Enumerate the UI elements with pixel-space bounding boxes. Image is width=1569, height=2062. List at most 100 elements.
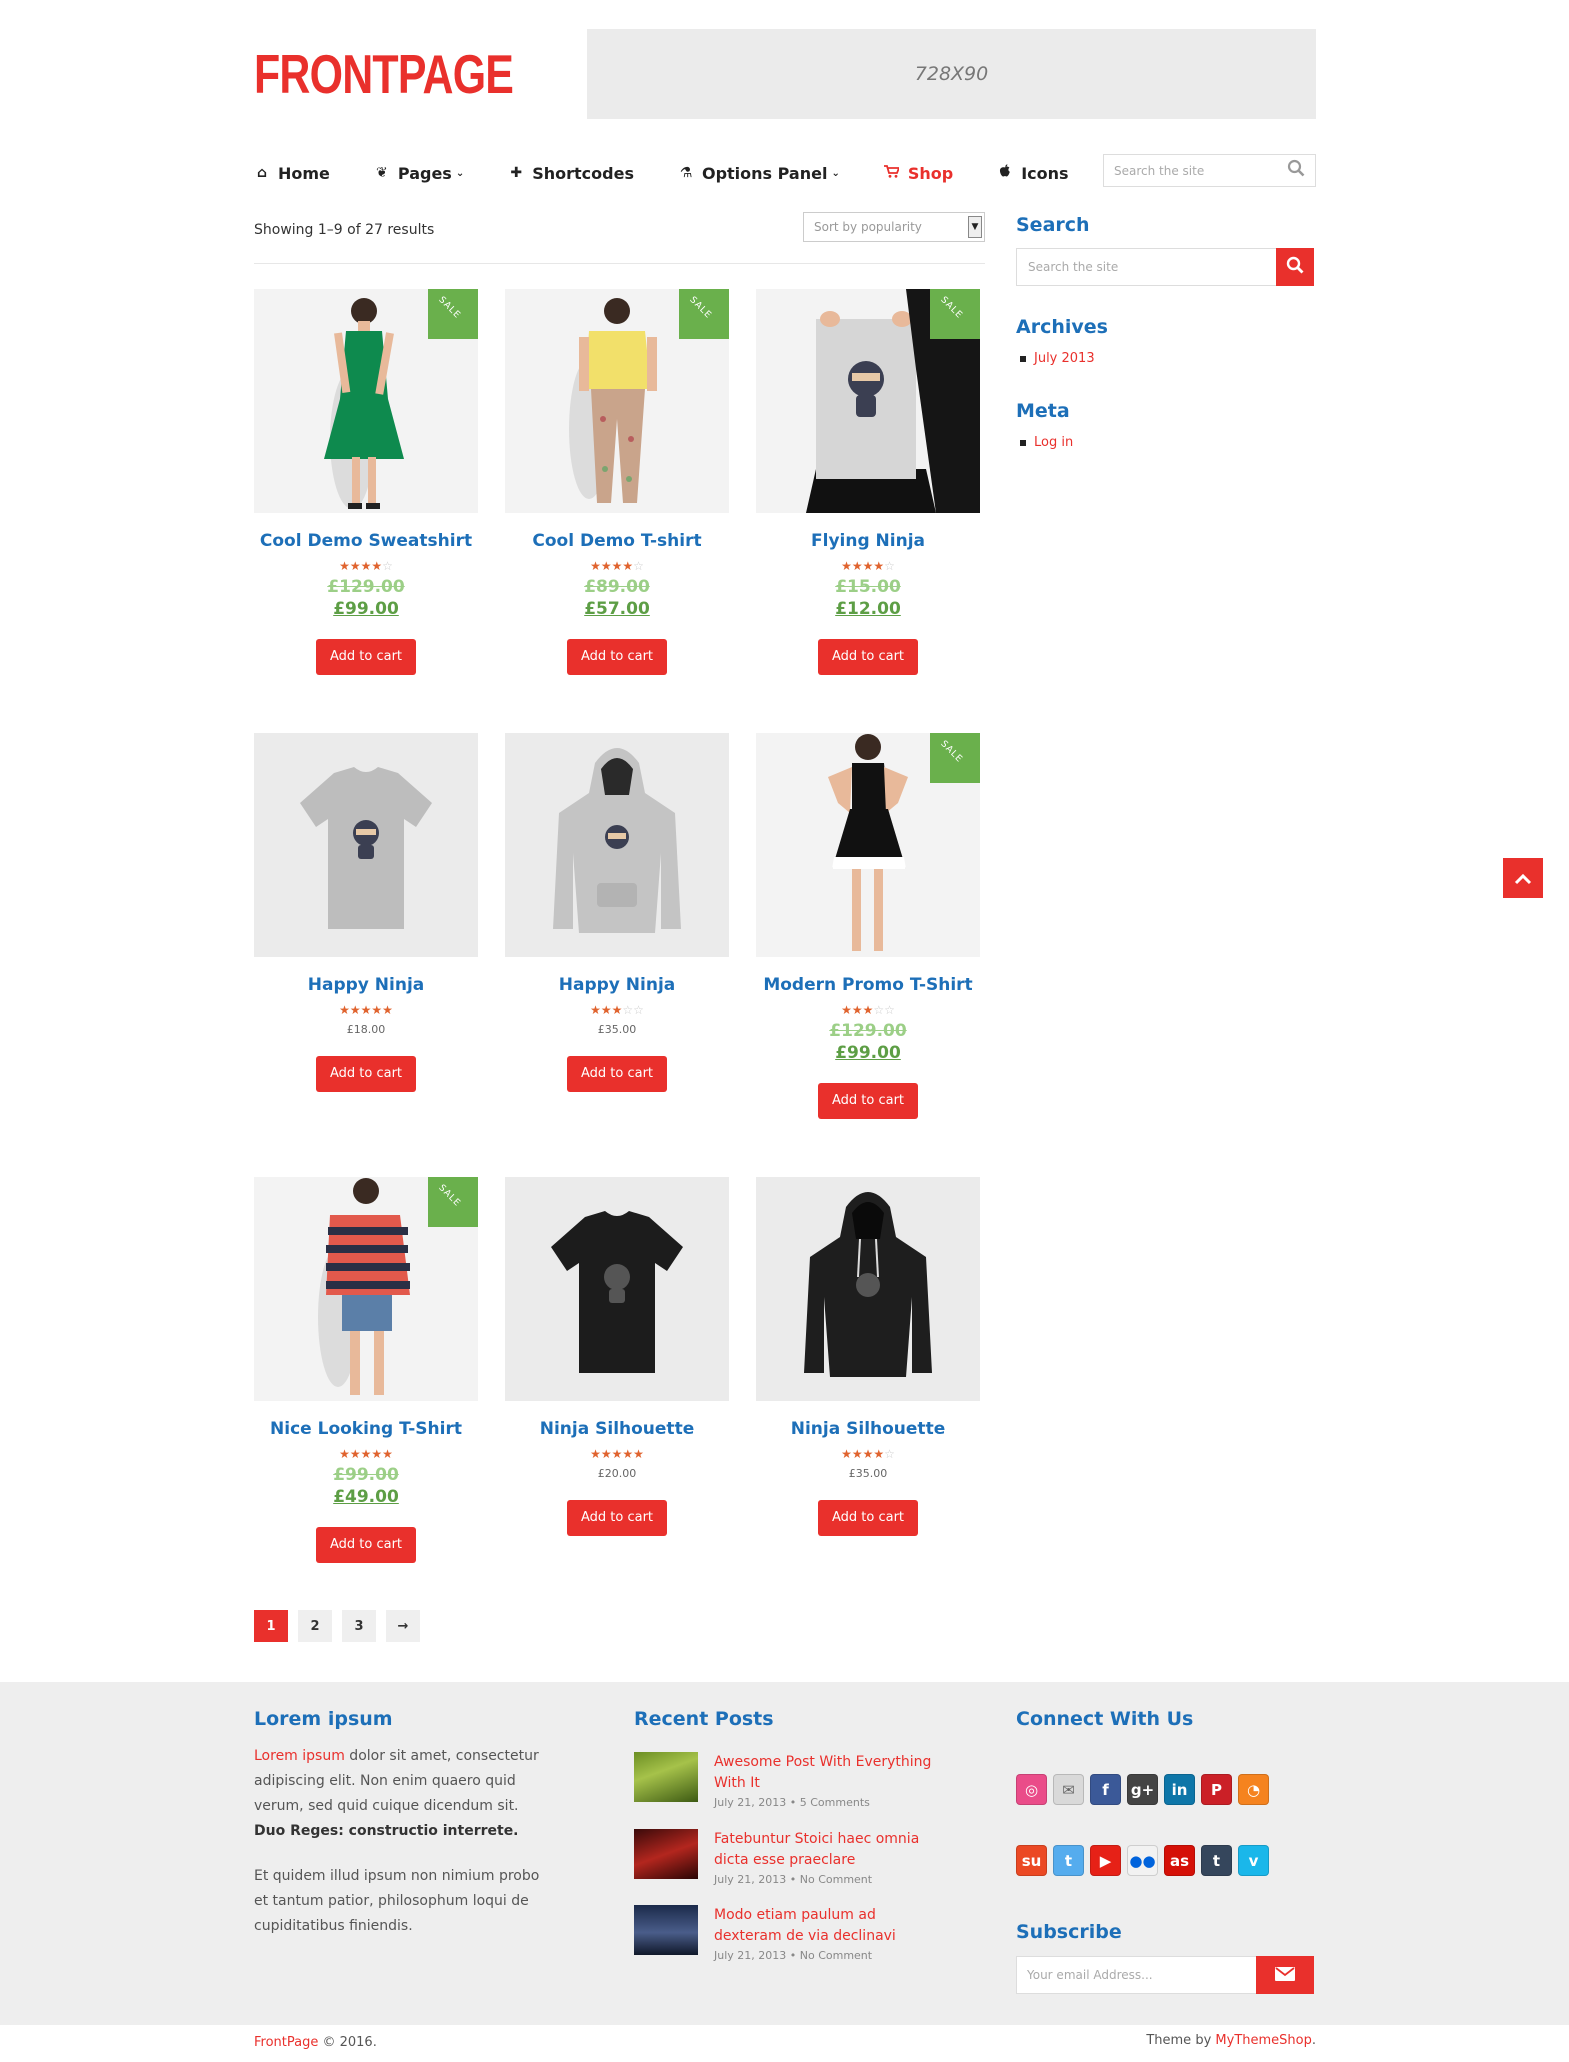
post-thumbnail[interactable] [634,1752,698,1802]
nav-item-options-panel[interactable]: ⚗ Options Panel ⌄ [678,164,840,183]
mail-icon[interactable]: ✉ [1053,1774,1084,1805]
product-card: Ninja Silhouette ★★★★★ £20.00 Add to car… [505,1177,729,1536]
recent-posts-title: Recent Posts [634,1708,774,1730]
post-thumbnail[interactable] [634,1905,698,1955]
subscribe-email-input[interactable]: Your email Address... [1016,1956,1256,1994]
post-meta: July 21, 2013 • No Comment [714,1873,873,1886]
facebook-icon[interactable]: f [1090,1774,1121,1805]
sidebar-search-input[interactable]: Search the site [1016,248,1276,286]
search-icon[interactable] [1287,159,1305,182]
post-title[interactable]: Modo etiam paulum ad dexteram de via dec… [714,1905,944,1947]
theme-credit: Theme by MyThemeShop. [1146,2033,1316,2048]
product-image[interactable]: SALE [756,733,980,957]
youtube-icon[interactable]: ▶ [1090,1845,1121,1876]
stumbleupon-icon[interactable]: su [1016,1845,1047,1876]
old-price: £129.00 [829,1021,907,1041]
header-search-input[interactable]: Search the site [1103,154,1316,187]
product-title[interactable]: Ninja Silhouette [505,1419,729,1441]
ad-banner[interactable]: 728X90 [587,29,1316,119]
add-to-cart-button[interactable]: Add to cart [566,1500,668,1536]
pinterest-icon[interactable]: P [1201,1774,1232,1805]
product-image[interactable]: SALE [756,289,980,513]
subscribe-button[interactable] [1256,1956,1314,1994]
site-logo[interactable]: FRONTPAGE [254,44,514,104]
nav-item-label: Icons [1021,163,1069,183]
nav-item-shop[interactable]: Shop [884,164,953,183]
nav-item-icons[interactable]: Icons [997,163,1069,183]
nav-item-shortcodes[interactable]: ✚ Shortcodes [508,164,634,183]
add-to-cart-button[interactable]: Add to cart [817,1083,919,1119]
sort-select[interactable]: Sort by popularity ▼ [803,212,985,242]
search-placeholder: Search the site [1028,260,1119,274]
add-to-cart-button[interactable]: Add to cart [566,1056,668,1092]
page-2-button[interactable]: 2 [298,1610,332,1642]
nav-item-home[interactable]: ⌂ Home [254,164,330,183]
add-to-cart-button[interactable]: Add to cart [315,1527,417,1563]
price: £35.00 [597,1023,637,1036]
page-1-button[interactable]: 1 [254,1610,288,1642]
dribbble-icon[interactable]: ◎ [1016,1774,1047,1805]
sort-selected-value: Sort by popularity [814,220,922,234]
linkedin-icon[interactable]: in [1164,1774,1195,1805]
login-link[interactable]: Log in [1020,435,1073,450]
vimeo-icon[interactable]: v [1238,1845,1269,1876]
nav-item-label: Home [278,163,330,183]
product-image[interactable]: SALE [505,289,729,513]
product-title[interactable]: Cool Demo T-shirt [505,531,729,553]
sale-badge: SALE [930,733,980,783]
archive-link[interactable]: July 2013 [1020,351,1095,366]
product-image[interactable] [756,1177,980,1401]
old-price: £89.00 [584,577,650,597]
post-title[interactable]: Awesome Post With Everything With It [714,1752,944,1794]
add-to-cart-button[interactable]: Add to cart [817,639,919,675]
lastfm-icon[interactable]: as [1164,1845,1195,1876]
rss-icon[interactable]: ◔ [1238,1774,1269,1805]
product-image[interactable]: SALE [254,289,478,513]
product-title[interactable]: Modern Promo T-Shirt [756,975,980,997]
next-page-button[interactable]: → [386,1610,420,1642]
product-card: Ninja Silhouette ★★★★☆ £35.00 Add to car… [756,1177,980,1536]
home-icon: ⌂ [256,165,268,181]
tumblr-icon[interactable]: t [1201,1845,1232,1876]
product-title[interactable]: Happy Ninja [254,975,478,997]
product-card: SALE Cool Demo T-shirt ★★★★☆ £89.00 £57.… [505,289,729,675]
cart-icon [884,164,901,182]
footer-about-title: Lorem ipsum [254,1708,393,1730]
product-image[interactable] [505,733,729,957]
sidebar-search-button[interactable] [1276,248,1314,286]
flickr-icon[interactable]: ●● [1127,1845,1158,1876]
google-plus-icon[interactable]: g+ [1127,1774,1158,1805]
product-title[interactable]: Happy Ninja [505,975,729,997]
post-title[interactable]: Fatebuntur Stoici haec omnia dicta esse … [714,1829,944,1871]
product-image[interactable] [505,1177,729,1401]
post-meta: July 21, 2013 • 5 Comments [714,1796,870,1809]
recent-post[interactable]: Modo etiam paulum ad dexteram de via dec… [634,1905,944,1962]
sale-price: £49.00 [333,1487,399,1507]
star-rating: ★★★★☆ [590,559,644,573]
connect-title: Connect With Us [1016,1708,1194,1730]
add-to-cart-button[interactable]: Add to cart [566,639,668,675]
product-title[interactable]: Cool Demo Sweatshirt [254,531,478,553]
dropdown-arrow-icon[interactable]: ▼ [968,216,982,238]
product-title[interactable]: Nice Looking T-Shirt [254,1419,478,1441]
about-link[interactable]: Lorem ipsum [254,1748,345,1764]
add-to-cart-button[interactable]: Add to cart [315,1056,417,1092]
mythemeshop-link[interactable]: MyThemeShop [1215,2033,1311,2048]
archives-title: Archives [1016,316,1108,338]
recent-post[interactable]: Fatebuntur Stoici haec omnia dicta esse … [634,1829,944,1886]
add-to-cart-button[interactable]: Add to cart [315,639,417,675]
star-rating: ★★★★★ [339,1003,393,1017]
copyright-brand-link[interactable]: FrontPage [254,2035,318,2050]
back-to-top-button[interactable] [1503,858,1543,898]
post-thumbnail[interactable] [634,1829,698,1879]
product-image[interactable] [254,733,478,957]
twitter-icon[interactable]: t [1053,1845,1084,1876]
recent-post[interactable]: Awesome Post With Everything With It Jul… [634,1752,944,1809]
page-3-button[interactable]: 3 [342,1610,376,1642]
product-title[interactable]: Ninja Silhouette [756,1419,980,1441]
add-to-cart-button[interactable]: Add to cart [817,1500,919,1536]
nav-item-pages[interactable]: ❦ Pages ⌄ [374,164,464,183]
product-title[interactable]: Flying Ninja [756,531,980,553]
divider [254,263,985,264]
product-image[interactable]: SALE [254,1177,478,1401]
